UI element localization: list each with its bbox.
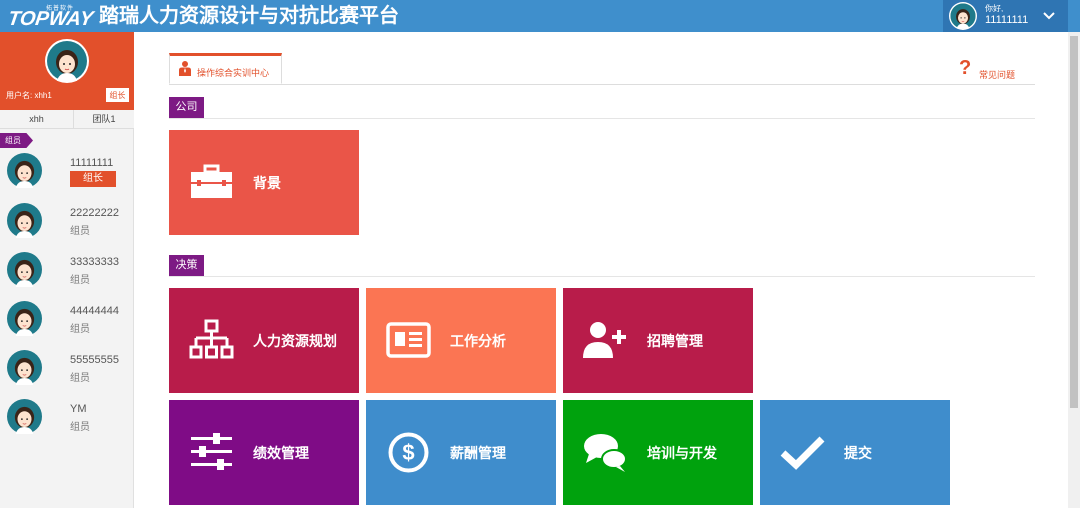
tile-label: 工作分析 [450,333,506,349]
member-name: 11111111 [70,157,114,169]
members-label: 组员 [0,133,33,148]
sliders-icon [191,433,232,470]
tile-label: 人力资源规划 [253,333,337,349]
member-avatar-icon [7,153,42,188]
scrollbar[interactable] [1068,32,1080,508]
member-role: 组员 [70,226,90,237]
section-divider [169,118,1035,119]
member-role: 组员 [70,373,90,384]
member-name: 33333333 [70,256,119,268]
tile-label: 背景 [253,175,281,191]
member-avatar-icon [7,399,42,434]
profile-avatar-icon [45,39,89,83]
chat-bubbles-icon [584,434,627,472]
tile-training[interactable]: 培训与开发 [563,400,753,505]
briefcase-icon [191,164,232,198]
tab-label: 操作综合实训中心 [197,68,270,78]
tab-training-center[interactable]: 操作综合实训中心 [169,53,282,84]
member-item[interactable]: YM 组员 [0,399,134,447]
tile-label: 招聘管理 [647,333,703,349]
question-icon: ? [959,57,972,79]
member-item[interactable]: 55555555 组员 [0,350,134,398]
member-role: 组员 [70,324,90,335]
tile-recruitment[interactable]: 招聘管理 [563,288,753,393]
member-avatar-icon [7,350,42,385]
tile-hr-planning[interactable]: 人力资源规划 [169,288,359,393]
member-item[interactable]: 22222222 组员 [0,203,134,251]
faq-label: 常见问题 [979,70,1016,80]
scrollbar-thumb[interactable] [1070,36,1078,408]
profile-role-badge: 组长 [106,88,129,102]
member-avatar-icon [7,301,42,336]
tile-job-analysis[interactable]: 工作分析 [366,288,556,393]
member-role-badge: 组长 [70,171,116,187]
id-card-icon [386,322,431,358]
header-username: 11111111 [985,14,1029,26]
dollar-icon: $ [388,432,429,473]
tile-submit[interactable]: 提交 [760,400,950,505]
greeting-text: 你好, [985,4,1004,13]
tile-compensation[interactable]: $ 薪酬管理 [366,400,556,505]
trainer-icon [179,61,191,76]
tile-label: 薪酬管理 [450,445,506,461]
member-name: 22222222 [70,207,119,219]
member-name: YM [70,403,87,415]
member-avatar-icon [7,252,42,287]
member-role: 组员 [70,422,90,433]
tile-background[interactable]: 背景 [169,130,359,235]
user-avatar-icon [949,2,977,30]
section-tag-decision: 决策 [169,255,204,276]
profile-card: 用户名: xhh1 组长 [0,32,134,110]
tile-label: 绩效管理 [253,445,309,461]
sidebar: 用户名: xhh1 组长 xhh 团队1 组员 11111111 组长 2222… [0,32,134,508]
org-chart-icon [189,319,234,359]
member-name: 55555555 [70,354,119,366]
member-item[interactable]: 11111111 组长 [0,153,134,201]
top-header: 拓普软件 TOPWAY 踏瑞人力资源设计与对抗比赛平台 你好, 11111111 [0,0,1080,32]
svg-text:$: $ [402,440,414,465]
logo-text: TOPWAY [6,8,95,30]
member-avatar-icon [7,203,42,238]
app-title: 踏瑞人力资源设计与对抗比赛平台 [99,5,399,27]
member-name: 44444444 [70,305,119,317]
add-user-icon [583,322,626,358]
section-divider [169,276,1035,277]
tab-divider [169,84,1035,85]
tile-label: 提交 [844,445,872,461]
team-row: xhh 团队1 [0,110,134,129]
member-item[interactable]: 33333333 组员 [0,252,134,300]
section-tag-company: 公司 [169,97,204,118]
tile-performance[interactable]: 绩效管理 [169,400,359,505]
chevron-down-icon[interactable] [1040,6,1058,24]
topway-logo[interactable]: 拓普软件 TOPWAY [6,2,95,30]
profile-username: 用户名: xhh1 [6,91,52,100]
tile-label: 培训与开发 [647,445,717,461]
checkmark-icon [780,436,825,470]
member-role: 组员 [70,275,90,286]
user-menu[interactable]: 你好, 11111111 [943,0,1068,32]
member-item[interactable]: 44444444 组员 [0,301,134,349]
team-name: 团队1 [92,114,116,124]
team-leader-name: xhh [0,110,74,129]
